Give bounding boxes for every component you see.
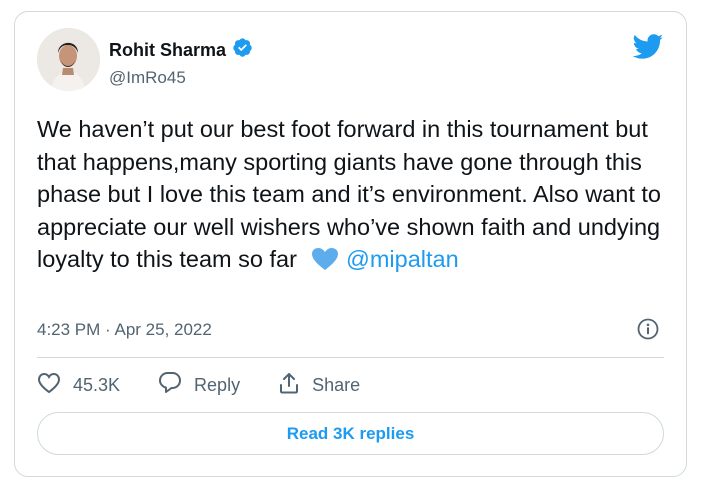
speech-bubble-icon [158, 371, 182, 399]
author-row: Rohit Sharma [109, 37, 253, 63]
share-upload-icon [278, 372, 300, 399]
reply-label: Reply [194, 374, 241, 395]
tweet-text: We haven’t put our best foot forward in … [37, 113, 677, 280]
mention-link[interactable]: @mipaltan [346, 246, 459, 272]
divider [37, 357, 664, 358]
blue-heart-emoji [311, 247, 339, 280]
timestamp[interactable]: 4:23 PM · Apr 25, 2022 [37, 320, 212, 340]
share-button[interactable]: Share [278, 372, 360, 399]
avatar[interactable] [37, 28, 100, 91]
author-handle[interactable]: @ImRo45 [109, 68, 186, 88]
read-replies-button[interactable]: Read 3K replies [37, 412, 664, 455]
read-replies-label: Read 3K replies [286, 423, 415, 443]
heart-outline-icon [37, 372, 61, 399]
action-bar: 45.3K Reply Share [37, 371, 360, 399]
author-name[interactable]: Rohit Sharma [109, 40, 226, 61]
verified-badge-icon [232, 37, 253, 63]
reply-button[interactable]: Reply [158, 371, 240, 399]
info-icon[interactable] [637, 318, 659, 345]
share-label: Share [312, 374, 361, 395]
tweet-card: Rohit Sharma @ImRo45 We haven’t put our … [14, 11, 687, 477]
like-button[interactable]: 45.3K [37, 372, 120, 399]
avatar-image [37, 28, 100, 91]
twitter-bird-icon[interactable] [632, 34, 664, 65]
likes-count: 45.3K [73, 374, 121, 395]
